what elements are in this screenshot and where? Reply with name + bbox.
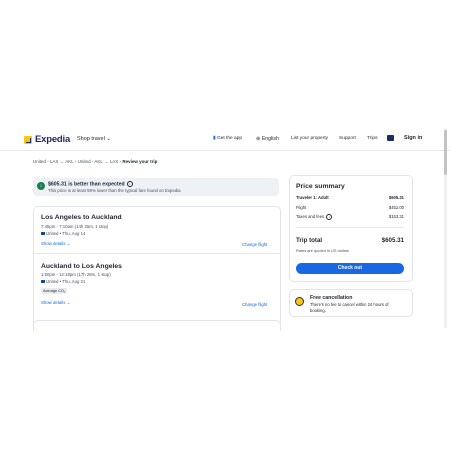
united-logo-icon (41, 232, 45, 236)
price-insight-headline: $605.31 is better than expected i (48, 181, 133, 187)
trips-link[interactable]: Trips (367, 136, 377, 141)
brand-name: Expedia (35, 134, 71, 145)
flight-times: 7:45pm - 7:10am (14h 25m, 1 stop) (41, 224, 109, 229)
free-cancellation-title: Free cancellation (310, 295, 353, 301)
trip-total-value: $605.31 (381, 237, 404, 244)
shop-travel-menu[interactable]: Shop travel ⌄ (77, 136, 111, 142)
change-flight-link[interactable]: Change flight (242, 242, 267, 247)
checkout-button[interactable]: Check out (296, 263, 404, 274)
info-icon[interactable]: i (326, 214, 333, 220)
additional-card (33, 320, 281, 331)
flight-title: Auckland to Los Angeles (41, 263, 122, 270)
flight-airline: United • Thu, Aug 21 (41, 279, 85, 284)
traveler-label: Traveler 1: Adult (296, 195, 329, 200)
info-icon[interactable]: i (126, 181, 133, 187)
breadcrumb-step-1[interactable]: United - LAX → AKL (33, 159, 74, 164)
arrow-right-icon: → (59, 159, 65, 164)
chat-icon[interactable] (387, 135, 394, 141)
flight-times: 1:50pm - 12:18pm (17h 28m, 1 stop) (41, 272, 111, 277)
shop-travel-label: Shop travel (77, 136, 105, 142)
flight-title: Los Angeles to Auckland (41, 214, 122, 221)
top-header: Expedia Shop travel ⌄ ▮ Get the app ⊕ En… (0, 128, 450, 151)
divider (34, 253, 280, 254)
united-logo-icon (41, 280, 45, 284)
breadcrumb: United - LAX → AKL › United - AKL → LAX … (33, 159, 157, 164)
chevron-down-icon: ⌄ (66, 300, 71, 305)
flight-price-label: Flight (296, 205, 307, 210)
divider (296, 227, 404, 228)
co2-badge: Average CO₂ (41, 288, 68, 294)
chevron-down-icon: ⌄ (106, 136, 111, 142)
chevron-down-icon: ⌄ (66, 241, 71, 246)
breadcrumb-step-2[interactable]: United - AKL → LAX (78, 159, 119, 164)
phone-icon: ▮ (213, 136, 216, 141)
free-cancellation-card: Free cancellation There's no fee to canc… (289, 289, 413, 317)
expedia-logo-icon (24, 135, 32, 144)
arrow-right-icon: → (104, 159, 109, 164)
flight-price-value: $452.00 (388, 205, 404, 210)
traveler-total: $605.31 (388, 195, 404, 200)
globe-icon: ⊕ (256, 136, 261, 142)
show-details-link[interactable]: Show details ⌄ (41, 300, 70, 306)
scrollbar-thumb[interactable] (444, 130, 447, 175)
language-selector[interactable]: ⊕ English (256, 136, 279, 142)
price-insight-detail: This price is at least 59% lower than th… (48, 188, 181, 193)
trip-total-label: Trip total (296, 237, 323, 244)
support-link[interactable]: Support (339, 136, 356, 141)
show-details-link[interactable]: Show details ⌄ (41, 241, 70, 247)
free-cancellation-detail: There's no fee to cancel within 24 hours… (310, 302, 389, 313)
currency-note: Rates are quoted in US dollars (296, 248, 349, 253)
taxes-value: $153.31 (388, 214, 404, 219)
expedia-logo[interactable]: Expedia (24, 134, 70, 145)
clock-icon (295, 297, 304, 306)
language-label: English (261, 136, 279, 142)
flight-airline: United • Thu, Aug 14 (41, 231, 85, 236)
price-summary-title: Price summary (296, 183, 345, 190)
change-flight-link[interactable]: Change flight (242, 302, 267, 307)
taxes-label: Taxes and fees i (296, 214, 333, 220)
get-app-label: Get the app (216, 136, 243, 141)
check-circle-icon: ↓ (37, 182, 45, 190)
breadcrumb-current: Review your trip (122, 159, 158, 164)
get-app-link[interactable]: ▮ Get the app (213, 136, 242, 141)
flights-card: Los Angeles to Auckland 7:45pm - 7:10am … (33, 206, 281, 328)
sign-in-button[interactable]: Sign in (404, 135, 422, 141)
list-property-link[interactable]: List your property (291, 136, 328, 141)
price-insight-banner: ↓ $605.31 is better than expected i This … (33, 178, 279, 196)
